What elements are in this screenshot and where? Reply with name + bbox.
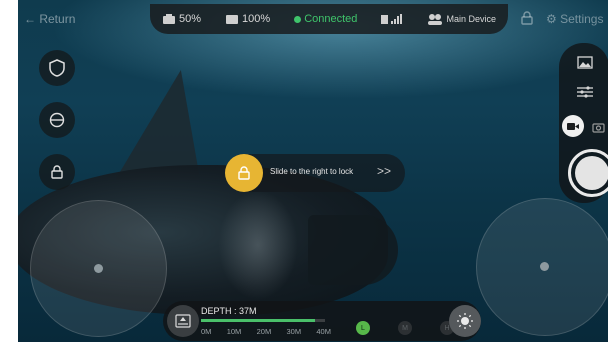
depth-scale-tick: 10M xyxy=(226,327,242,336)
depth-scale-tick: 30M xyxy=(286,327,302,336)
video-icon xyxy=(567,122,579,130)
gallery-icon xyxy=(577,56,593,69)
remote-battery-status: 50% xyxy=(162,13,201,25)
camera-icon xyxy=(592,123,605,133)
fish-fin xyxy=(115,70,236,180)
back-button[interactable]: ← Return xyxy=(24,12,75,26)
status-bar: 50% 100% Connected Main Device xyxy=(150,4,508,34)
signal-status xyxy=(381,13,403,25)
light-icon xyxy=(457,313,473,329)
depth-readout: DEPTH : 37M xyxy=(201,306,257,316)
surface-icon xyxy=(175,314,191,328)
camera-view: ← Return 50% 100% Connected Main Device xyxy=(18,0,608,342)
depth-scale-tick: 40M xyxy=(316,327,331,336)
photo-mode-button[interactable] xyxy=(592,120,605,138)
slide-lock-handle[interactable] xyxy=(225,154,263,192)
drone-battery-status: 100% xyxy=(225,13,270,25)
shield-icon xyxy=(49,59,65,77)
speed-mode-m[interactable]: M xyxy=(398,321,412,335)
unlock-icon xyxy=(238,166,250,180)
left-toolbar xyxy=(36,50,80,195)
back-label: Return xyxy=(39,12,76,26)
device-selector[interactable]: Main Device xyxy=(427,13,496,25)
device-label: Main Device xyxy=(446,14,496,24)
slide-to-lock[interactable]: Slide to the right to lock >> xyxy=(225,154,405,192)
surface-button[interactable] xyxy=(167,305,199,337)
slide-lock-text: Slide to the right to lock xyxy=(270,167,354,176)
gimbal-icon xyxy=(49,112,65,128)
connection-label: Connected xyxy=(304,13,358,25)
bottom-bar: DEPTH : 37M 0M 10M 20M 30M 40M LMH xyxy=(163,301,481,341)
fish-tail xyxy=(308,215,398,285)
right-joystick-knob[interactable] xyxy=(540,262,549,271)
depth-scale-tick: 20M xyxy=(256,327,272,336)
speed-mode-l[interactable]: L xyxy=(356,321,370,335)
settings-label: Settings xyxy=(560,12,604,26)
drone-battery-value: 100% xyxy=(242,13,271,25)
left-joystick[interactable] xyxy=(30,200,167,337)
shutter-inner xyxy=(575,156,608,190)
users-icon xyxy=(428,14,443,25)
lock-icon[interactable] xyxy=(521,11,533,30)
depth-scale-tick: 0M xyxy=(201,327,212,336)
connected-dot-icon xyxy=(294,15,302,23)
depth-fill xyxy=(201,319,316,322)
right-joystick[interactable] xyxy=(476,198,608,336)
shutter-button[interactable] xyxy=(568,149,608,197)
light-button[interactable] xyxy=(449,305,481,337)
lock-toggle-button[interactable] xyxy=(39,154,75,190)
left-joystick-knob[interactable] xyxy=(94,264,103,273)
remote-battery-value: 50% xyxy=(179,13,202,25)
depth-track xyxy=(201,319,325,322)
connection-status: Connected xyxy=(294,13,357,25)
fish-highlight xyxy=(218,190,298,300)
back-arrow-icon: ← xyxy=(24,12,36,26)
signal-strength-icon xyxy=(381,14,403,24)
adjust-icon xyxy=(577,86,593,98)
remote-battery-icon xyxy=(163,14,175,24)
gimbal-button[interactable] xyxy=(39,102,75,138)
lock-icon xyxy=(51,165,63,179)
top-bar: ← Return 50% 100% Connected Main Device xyxy=(18,0,608,38)
depth-scale: 0M 10M 20M 30M 40M xyxy=(201,327,331,336)
settings-button[interactable]: ⚙ Settings xyxy=(546,12,603,26)
gallery-button[interactable] xyxy=(577,56,593,74)
slide-arrow-icon: >> xyxy=(377,164,392,178)
drone-battery-icon xyxy=(226,15,239,24)
video-mode-button[interactable] xyxy=(562,115,584,137)
gear-icon: ⚙ xyxy=(546,12,557,26)
shield-button[interactable] xyxy=(39,50,75,86)
adjust-button[interactable] xyxy=(576,85,594,104)
